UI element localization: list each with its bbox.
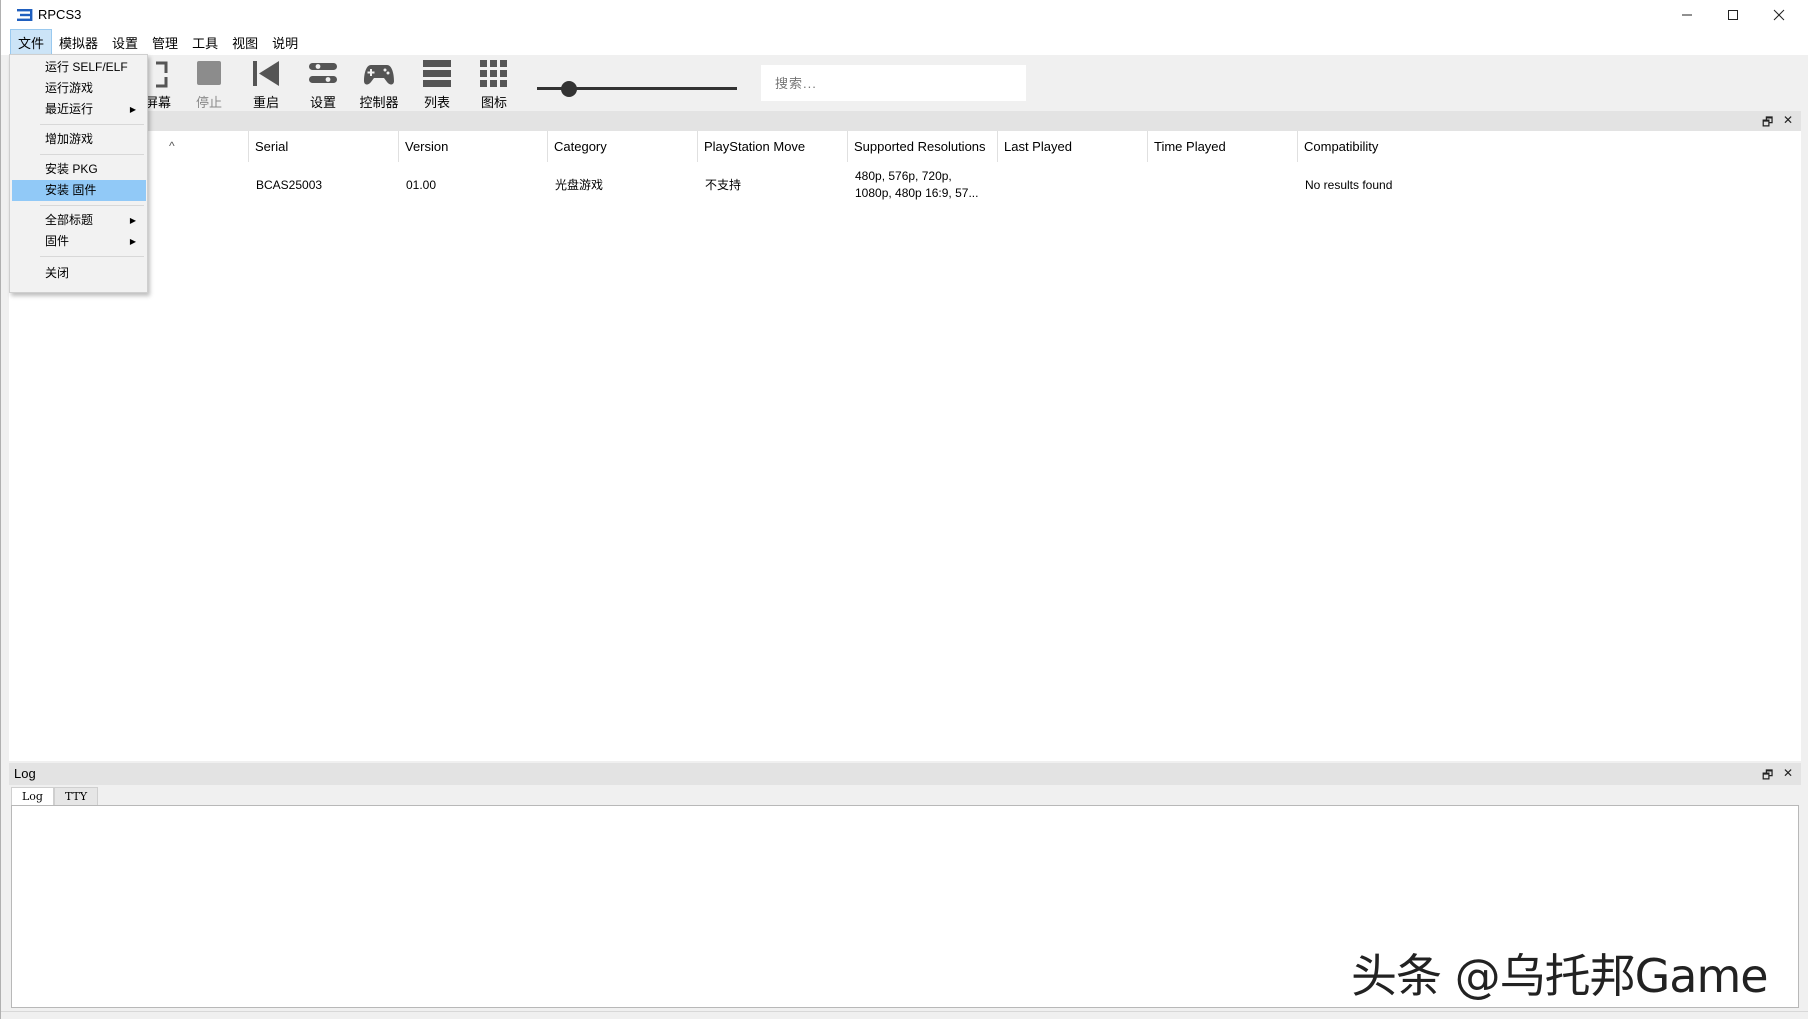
column-header-last-played[interactable]: Last Played — [998, 131, 1148, 162]
menu-close-label: 关闭 — [45, 266, 70, 280]
grid-label: 图标 — [480, 95, 507, 110]
restart-label: 重启 — [252, 95, 279, 110]
menu-install-pkg[interactable]: 安装 PKG — [12, 159, 146, 180]
stop-label: 停止 — [195, 95, 222, 110]
grid-icon — [480, 60, 507, 87]
window-title: RPCS3 — [38, 7, 82, 22]
menu-file[interactable]: 文件 — [10, 29, 53, 56]
column-header-move[interactable]: PlayStation Move — [698, 131, 848, 162]
menu-run-self-elf[interactable]: 运行 SELF/ELF — [12, 57, 146, 78]
menu-view[interactable]: 视图 — [225, 30, 265, 55]
main-window: RPCS3 文件 模拟器 设置 管理 工具 视图 说明 屏幕 停止 重启 设置 … — [0, 0, 1808, 1019]
settings-button[interactable]: 设置 — [299, 58, 347, 110]
category-cell: 光盘游戏 — [555, 177, 604, 192]
log-dock-title: Log — [14, 766, 36, 781]
slider-handle[interactable] — [561, 81, 577, 97]
menu-install-pkg-label: 安装 PKG — [45, 162, 98, 176]
menu-install-firmware[interactable]: 安装 固件 — [12, 180, 146, 201]
watermark-text: 头条 @乌托邦Game — [1351, 949, 1769, 1003]
minimize-button[interactable] — [1664, 0, 1710, 30]
restart-button[interactable]: 重启 — [242, 58, 290, 110]
move-support-cell: 不支持 — [705, 177, 742, 192]
resolutions-line-2: 1080p, 480p 16:9, 57... — [855, 186, 979, 200]
file-menu-dropdown: 运行 SELF/ELF 运行游戏 最近运行 ▶ 增加游戏 安装 PKG 安装 固件… — [9, 54, 148, 293]
toolbar: 屏幕 停止 重启 设置 控制器 列表 图标 搜索... — [1, 55, 1808, 111]
menu-help[interactable]: 说明 — [265, 30, 305, 55]
settings-label: 设置 — [309, 95, 336, 110]
compatibility-cell: No results found — [1305, 177, 1393, 192]
menu-close[interactable]: 关闭 — [12, 263, 146, 284]
menu-recent[interactable]: 最近运行 ▶ — [12, 99, 146, 120]
grid-view-button[interactable]: 图标 — [470, 58, 518, 110]
column-header-category[interactable]: Category — [548, 131, 698, 162]
menu-all-titles[interactable]: 全部标题 ▶ — [12, 210, 146, 231]
gamepad-icon — [364, 65, 394, 85]
menu-add-games-label: 增加游戏 — [45, 132, 94, 146]
version-cell: 01.00 — [406, 177, 437, 192]
menu-run-game-label: 运行游戏 — [45, 81, 94, 95]
last-played-cell — [998, 162, 1148, 208]
submenu-arrow-icon: ▶ — [129, 105, 136, 114]
menu-install-firmware-label: 安装 固件 — [45, 183, 97, 197]
tab-log[interactable]: Log — [11, 787, 54, 805]
menu-bar: 文件 模拟器 设置 管理 工具 视图 说明 — [1, 29, 1808, 56]
controller-label: 控制器 — [359, 95, 399, 110]
list-label: 列表 — [423, 95, 450, 110]
gamelist-dock-header: 🗗 ✕ — [9, 111, 1801, 131]
log-tab-bar: Log TTY — [11, 787, 99, 805]
menu-emulator[interactable]: 模拟器 — [52, 30, 105, 55]
menu-separator — [40, 205, 144, 206]
maximize-icon — [1728, 10, 1738, 20]
tab-tty[interactable]: TTY — [53, 787, 99, 805]
resolutions-line-1: 480p, 576p, 720p, — [855, 169, 952, 183]
icon-size-slider[interactable] — [537, 79, 737, 99]
menu-tools[interactable]: 工具 — [185, 30, 225, 55]
menu-firmware[interactable]: 固件 ▶ — [12, 231, 146, 252]
menu-add-games[interactable]: 增加游戏 — [12, 129, 146, 150]
float-log-dock-icon[interactable]: 🗗 — [1762, 766, 1773, 787]
time-played-cell — [1148, 162, 1298, 208]
controller-button[interactable]: 控制器 — [355, 58, 403, 110]
maximize-button[interactable] — [1710, 0, 1756, 30]
menu-run-self-elf-label: 运行 SELF/ELF — [45, 60, 128, 74]
menu-recent-label: 最近运行 — [45, 102, 94, 116]
close-dock-icon[interactable]: ✕ — [1783, 113, 1793, 127]
submenu-arrow-icon: ▶ — [129, 237, 136, 246]
column-header-version[interactable]: Version — [399, 131, 548, 162]
menu-manage[interactable]: 管理 — [145, 30, 185, 55]
close-button[interactable] — [1756, 0, 1802, 30]
column-header-resolutions[interactable]: Supported Resolutions — [848, 131, 998, 162]
menu-separator — [40, 256, 144, 257]
menu-settings[interactable]: 设置 — [105, 30, 145, 55]
column-header-time-played[interactable]: Time Played — [1148, 131, 1298, 162]
stop-icon — [197, 61, 221, 85]
resolutions-cell: 480p, 576p, 720p, 1080p, 480p 16:9, 57..… — [848, 162, 998, 208]
submenu-arrow-icon: ▶ — [129, 216, 136, 225]
rpcs3-logo-icon — [17, 9, 33, 21]
close-icon — [1773, 9, 1785, 21]
search-input[interactable] — [761, 65, 1026, 101]
column-header-compatibility[interactable]: Compatibility — [1298, 131, 1801, 162]
list-icon — [423, 60, 451, 87]
status-bar — [1, 1011, 1808, 1019]
menu-separator — [40, 154, 144, 155]
log-dock-header: Log 🗗 ✕ — [9, 763, 1801, 785]
settings-icon — [309, 63, 337, 83]
minimize-icon — [1682, 14, 1692, 16]
close-log-dock-icon[interactable]: ✕ — [1783, 766, 1793, 780]
title-bar: RPCS3 — [1, 0, 1808, 30]
menu-firmware-label: 固件 — [45, 234, 70, 248]
sort-ascending-icon: ^ — [169, 139, 175, 153]
menu-all-titles-label: 全部标题 — [45, 213, 94, 227]
table-row[interactable]: 戰神3[動作類] BCAS25003 01.00 光盘游戏 不支持 480p, … — [9, 162, 1801, 208]
stop-button[interactable]: 停止 — [185, 58, 233, 110]
menu-run-game[interactable]: 运行游戏 — [12, 78, 146, 99]
menu-separator — [40, 124, 144, 125]
restart-icon — [253, 61, 279, 86]
column-header-serial[interactable]: Serial — [249, 131, 399, 162]
list-view-button[interactable]: 列表 — [413, 58, 461, 110]
game-list-table: ^ Serial Version Category PlayStation Mo… — [9, 131, 1801, 761]
serial-cell: BCAS25003 — [256, 177, 323, 192]
table-header: ^ Serial Version Category PlayStation Mo… — [9, 131, 1801, 162]
